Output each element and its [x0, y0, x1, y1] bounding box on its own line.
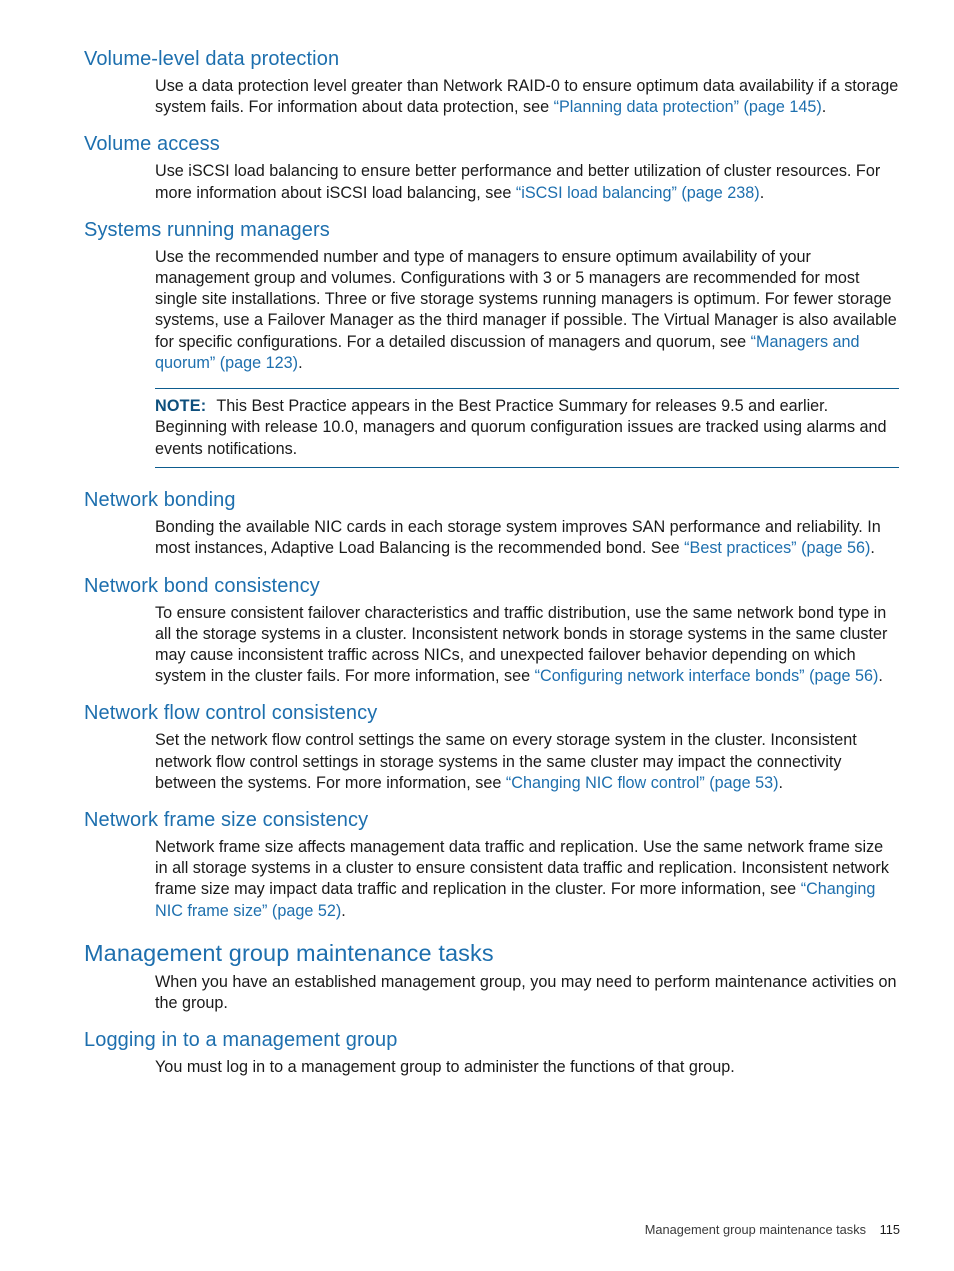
note-body: NOTE: This Best Practice appears in the B…: [155, 396, 899, 460]
heading-management-group-maintenance-tasks: Management group maintenance tasks: [84, 939, 494, 966]
heading-volume-access: Volume access: [84, 133, 220, 156]
heading-network-bonding: Network bonding: [84, 489, 236, 512]
paragraph-text-tail: .: [878, 667, 883, 686]
body-management-group-maintenance-tasks: When you have an established management …: [84, 968, 900, 1014]
heading-volume-level-data-protection: Volume-level data protection: [84, 48, 340, 70]
heading-logging-in-to-a-management-group: Logging in to a management group: [84, 1029, 398, 1052]
heading-network-bond-consistency: Network bond consistency: [84, 574, 320, 597]
paragraph-text: Network frame size affects management da…: [155, 838, 889, 899]
xref-planning-data-protection[interactable]: “Planning data protection” (page 145): [554, 98, 822, 116]
document-page: Volume-level data protection Use a data …: [0, 0, 954, 1271]
page-footer: Management group maintenance tasks 115: [84, 1222, 900, 1238]
body-volume-level-data-protection: Use a data protection level greater than…: [84, 72, 900, 118]
xref-configuring-network-interface-bonds[interactable]: “Configuring network interface bonds” (p…: [535, 667, 879, 685]
footer-page-number: 115: [879, 1222, 900, 1237]
body-volume-access: Use iSCSI load balancing to ensure bette…: [84, 157, 900, 203]
note-text: This Best Practice appears in the Best P…: [155, 397, 887, 458]
body-systems-running-managers: Use the recommended number and type of m…: [84, 243, 900, 374]
body-logging-in-to-a-management-group: You must log in to a management group to…: [84, 1053, 900, 1078]
paragraph-text-tail: .: [759, 183, 765, 202]
heading-network-flow-control-consistency: Network flow control consistency: [84, 702, 378, 725]
paragraph: Bonding the available NIC cards in each …: [155, 517, 900, 559]
paragraph: Use a data protection level greater than…: [155, 76, 900, 118]
paragraph: Set the network flow control settings th…: [155, 730, 900, 794]
paragraph-text-tail: .: [821, 98, 827, 117]
paragraph: Use the recommended number and type of m…: [155, 247, 900, 374]
paragraph: When you have an established management …: [155, 972, 897, 1013]
note-callout: NOTE: This Best Practice appears in the B…: [155, 388, 899, 469]
body-network-bond-consistency: To ensure consistent failover characteri…: [84, 599, 900, 688]
heading-network-frame-size-consistency: Network frame size consistency: [84, 809, 369, 832]
paragraph-text-tail: .: [778, 773, 784, 792]
body-network-frame-size-consistency: Network frame size affects management da…: [84, 833, 900, 922]
xref-best-practices[interactable]: “Best practices” (page 56): [684, 539, 870, 557]
paragraph: Use iSCSI load balancing to ensure bette…: [155, 161, 900, 203]
paragraph: To ensure consistent failover characteri…: [155, 603, 900, 688]
heading-systems-running-managers: Systems running managers: [84, 218, 330, 241]
xref-iscsi-load-balancing[interactable]: “iSCSI load balancing” (page 238): [516, 184, 760, 202]
paragraph-text-tail: .: [341, 901, 346, 920]
footer-chapter-name: Management group maintenance tasks: [644, 1222, 866, 1237]
note-label: NOTE:: [155, 397, 207, 416]
body-network-flow-control-consistency: Set the network flow control settings th…: [84, 726, 900, 794]
body-network-bonding: Bonding the available NIC cards in each …: [84, 513, 900, 559]
paragraph-text-tail: .: [870, 539, 875, 558]
paragraph: Network frame size affects management da…: [155, 837, 900, 922]
paragraph: You must log in to a management group to…: [155, 1058, 735, 1077]
page-content: Volume-level data protection Use a data …: [84, 46, 900, 1079]
xref-changing-nic-flow-control[interactable]: “Changing NIC flow control” (page 53): [506, 774, 779, 792]
paragraph-text-tail: .: [298, 353, 303, 372]
